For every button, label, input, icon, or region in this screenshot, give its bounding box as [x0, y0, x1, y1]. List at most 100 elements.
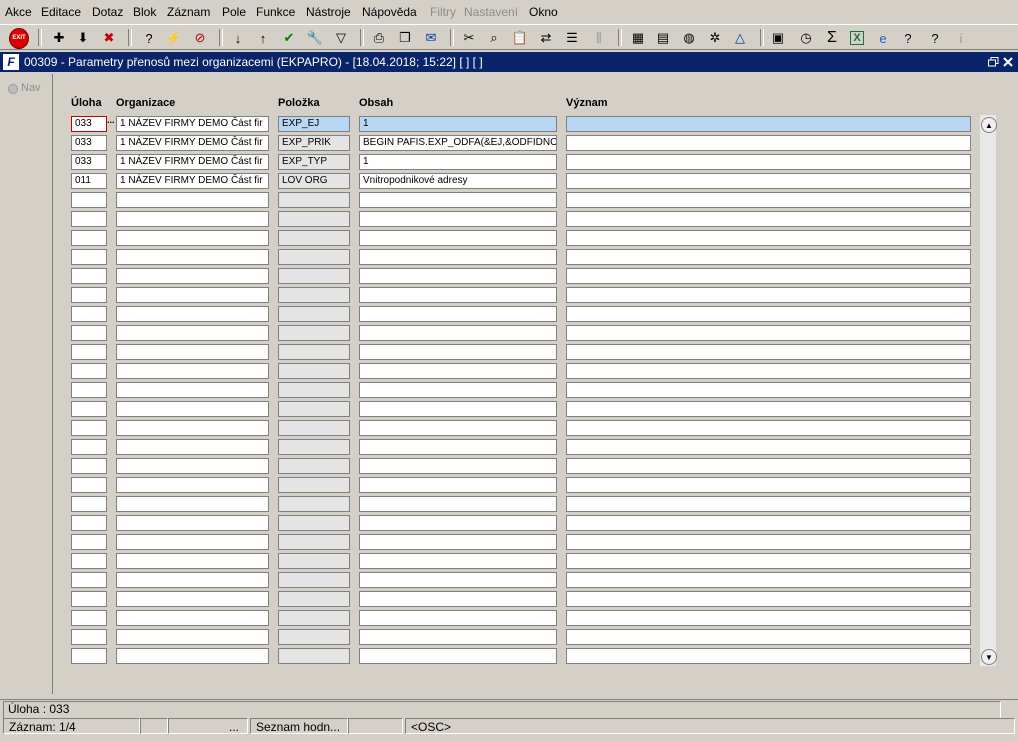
- cell-uloha[interactable]: [71, 401, 107, 417]
- cell-organizace[interactable]: [116, 401, 269, 417]
- cell-obsah[interactable]: [359, 249, 557, 265]
- query-execute-button[interactable]: ⚡: [164, 28, 184, 48]
- cell-uloha[interactable]: [71, 458, 107, 474]
- list-button[interactable]: ☰: [562, 28, 582, 48]
- cell-vyznam[interactable]: [566, 458, 971, 474]
- save-button[interactable]: ⬇: [73, 28, 93, 48]
- cell-uloha[interactable]: [71, 515, 107, 531]
- cell-vyznam[interactable]: [566, 572, 971, 588]
- cell-vyznam[interactable]: [566, 116, 971, 132]
- cell-polozka[interactable]: EXP_PRIK: [278, 135, 350, 151]
- cell-uloha[interactable]: [71, 325, 107, 341]
- cell-obsah[interactable]: [359, 629, 557, 645]
- cell-polozka[interactable]: [278, 610, 350, 626]
- cell-polozka[interactable]: [278, 249, 350, 265]
- query-cancel-button[interactable]: ⊘: [190, 28, 210, 48]
- new-record-button[interactable]: ✚: [49, 28, 69, 48]
- cell-organizace[interactable]: [116, 553, 269, 569]
- help-query-button[interactable]: ?: [898, 28, 918, 48]
- cell-organizace[interactable]: [116, 572, 269, 588]
- cell-organizace[interactable]: [116, 629, 269, 645]
- sigma-button[interactable]: Σ: [822, 28, 842, 48]
- cell-uloha[interactable]: 011: [71, 173, 107, 189]
- cell-uloha[interactable]: [71, 306, 107, 322]
- menu-napoveda[interactable]: Nápověda: [362, 5, 417, 19]
- menu-pole[interactable]: Pole: [222, 5, 246, 19]
- cell-obsah[interactable]: [359, 553, 557, 569]
- document-button[interactable]: ▤: [653, 28, 673, 48]
- menu-dotaz[interactable]: Dotaz: [92, 5, 123, 19]
- cell-organizace[interactable]: [116, 458, 269, 474]
- cell-organizace[interactable]: [116, 534, 269, 550]
- menu-funkce[interactable]: Funkce: [256, 5, 295, 19]
- cell-polozka[interactable]: [278, 401, 350, 417]
- cell-organizace[interactable]: [116, 344, 269, 360]
- cell-vyznam[interactable]: [566, 154, 971, 170]
- cell-vyznam[interactable]: [566, 591, 971, 607]
- vertical-scrollbar[interactable]: ▲ ▼: [980, 115, 997, 666]
- cell-uloha[interactable]: [71, 382, 107, 398]
- cell-obsah[interactable]: [359, 268, 557, 284]
- cell-vyznam[interactable]: [566, 648, 971, 664]
- cell-vyznam[interactable]: [566, 306, 971, 322]
- cell-uloha[interactable]: [71, 572, 107, 588]
- cell-polozka[interactable]: [278, 534, 350, 550]
- cell-uloha[interactable]: [71, 496, 107, 512]
- cell-vyznam[interactable]: [566, 211, 971, 227]
- cell-obsah[interactable]: [359, 211, 557, 227]
- cell-organizace[interactable]: [116, 230, 269, 246]
- cell-polozka[interactable]: [278, 382, 350, 398]
- cell-polozka[interactable]: [278, 515, 350, 531]
- cut-button[interactable]: ✂: [459, 28, 479, 48]
- cell-organizace[interactable]: [116, 382, 269, 398]
- cell-uloha[interactable]: [71, 553, 107, 569]
- cell-vyznam[interactable]: [566, 268, 971, 284]
- cell-uloha[interactable]: [71, 610, 107, 626]
- cell-vyznam[interactable]: [566, 515, 971, 531]
- cell-polozka[interactable]: LOV ORG: [278, 173, 350, 189]
- cell-obsah[interactable]: BEGIN PAFIS.EXP_ODFA(&EJ,&ODFIDNO: [359, 135, 557, 151]
- cell-vyznam[interactable]: [566, 173, 971, 189]
- cell-uloha[interactable]: [71, 363, 107, 379]
- settings-button[interactable]: ✲: [705, 28, 725, 48]
- cell-organizace[interactable]: [116, 249, 269, 265]
- cell-obsah[interactable]: 1: [359, 154, 557, 170]
- cell-vyznam[interactable]: [566, 382, 971, 398]
- cell-polozka[interactable]: [278, 192, 350, 208]
- clock-button[interactable]: ◷: [796, 28, 816, 48]
- cell-uloha[interactable]: [71, 591, 107, 607]
- menu-blok[interactable]: Blok: [133, 5, 156, 19]
- cell-obsah[interactable]: [359, 325, 557, 341]
- cell-uloha[interactable]: [71, 211, 107, 227]
- cell-uloha[interactable]: [71, 629, 107, 645]
- cell-uloha[interactable]: [71, 477, 107, 493]
- cell-vyznam[interactable]: [566, 230, 971, 246]
- menu-editace[interactable]: Editace: [41, 5, 81, 19]
- certificate-button[interactable]: ▣: [768, 28, 788, 48]
- cell-polozka[interactable]: [278, 344, 350, 360]
- cell-vyznam[interactable]: [566, 325, 971, 341]
- cell-organizace[interactable]: [116, 515, 269, 531]
- cell-uloha[interactable]: [71, 344, 107, 360]
- cell-polozka[interactable]: [278, 420, 350, 436]
- cell-vyznam[interactable]: [566, 344, 971, 360]
- cell-organizace[interactable]: [116, 591, 269, 607]
- cell-organizace[interactable]: [116, 439, 269, 455]
- cell-obsah[interactable]: [359, 363, 557, 379]
- cell-vyznam[interactable]: [566, 363, 971, 379]
- cell-obsah[interactable]: [359, 515, 557, 531]
- delete-record-button[interactable]: ✖: [99, 28, 119, 48]
- cell-polozka[interactable]: [278, 439, 350, 455]
- cell-obsah[interactable]: [359, 420, 557, 436]
- cell-obsah[interactable]: [359, 477, 557, 493]
- cell-obsah[interactable]: 1: [359, 116, 557, 132]
- cell-polozka[interactable]: [278, 363, 350, 379]
- cell-vyznam[interactable]: [566, 135, 971, 151]
- browser-button[interactable]: e: [873, 28, 893, 48]
- cell-vyznam[interactable]: [566, 534, 971, 550]
- list-of-values-button[interactable]: ...: [107, 115, 115, 125]
- sort-desc-button[interactable]: ↑: [253, 28, 273, 48]
- cell-obsah[interactable]: [359, 648, 557, 664]
- cell-polozka[interactable]: EXP_EJ: [278, 116, 350, 132]
- cell-organizace[interactable]: 1 NÁZEV FIRMY DEMO Část fir: [116, 135, 269, 151]
